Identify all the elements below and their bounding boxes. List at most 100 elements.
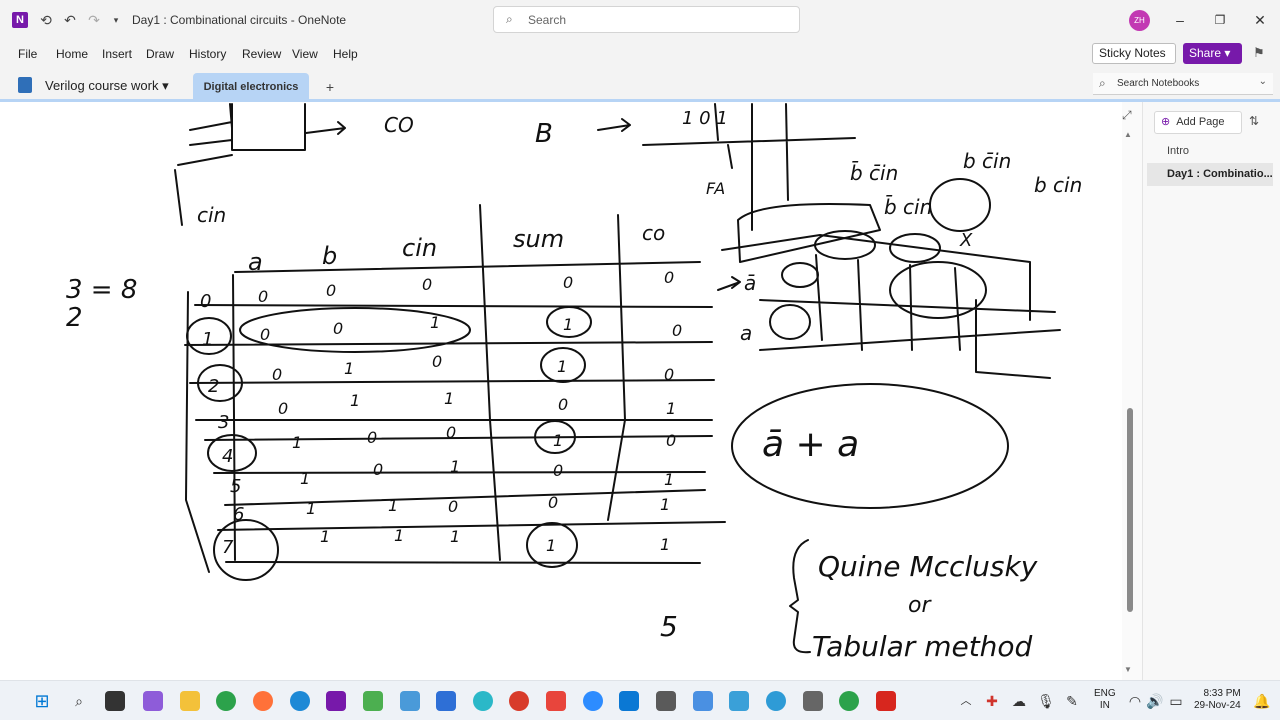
browser-icon[interactable] — [766, 691, 786, 711]
avatar[interactable]: ZH — [1129, 10, 1150, 31]
app-red-icon[interactable] — [546, 691, 566, 711]
chat-icon[interactable] — [656, 691, 676, 711]
scroll-down-icon[interactable]: ▼ — [1124, 665, 1132, 674]
ink-b-1: 0 — [333, 319, 343, 338]
ink-fa-label: FA — [706, 179, 725, 198]
scrollbar-thumb[interactable] — [1127, 408, 1133, 612]
search-box[interactable]: ⌕ Search — [493, 6, 800, 33]
ink-kmap-col-1: b̄ cin — [884, 194, 932, 219]
ink-header-sum: sum — [513, 225, 564, 253]
pen-icon[interactable]: ✎ — [1062, 691, 1082, 711]
undo-icon[interactable]: ↶ — [60, 10, 80, 30]
file-explorer-icon[interactable] — [180, 691, 200, 711]
ink-co-0: 0 — [664, 268, 674, 287]
add-section-button[interactable]: + — [318, 79, 342, 99]
store-icon[interactable] — [436, 691, 456, 711]
chrome-icon[interactable] — [216, 691, 236, 711]
vertical-scrollbar[interactable]: ⤢ ▲ ▼ — [1122, 102, 1142, 680]
windows-start-icon[interactable]: ⊞ — [32, 691, 52, 711]
feedback-icon[interactable]: ⚑ — [1253, 45, 1265, 61]
page-item-intro[interactable]: Intro — [1167, 145, 1189, 157]
ink-a-0: 0 — [258, 287, 268, 306]
menu-view[interactable]: View — [292, 47, 318, 61]
word-app-icon[interactable] — [473, 691, 493, 711]
sticky-notes-button[interactable]: Sticky Notes — [1092, 43, 1176, 64]
ink-a-6: 1 — [306, 499, 316, 518]
page-item-day1-label: Day1 : Combinatio... — [1167, 168, 1273, 180]
expand-icon[interactable]: ⤢ — [1122, 108, 1132, 123]
menu-history[interactable]: History — [189, 47, 226, 61]
ink-co-6: 1 — [660, 495, 670, 514]
app-gray-icon[interactable] — [803, 691, 823, 711]
menu-draw[interactable]: Draw — [146, 47, 174, 61]
menu-help[interactable]: Help — [333, 47, 358, 61]
battery-icon[interactable]: ▭ — [1166, 691, 1186, 711]
page-list-pane: ⊕ Add Page ⇅ Intro Day1 : Combinatio... — [1142, 102, 1280, 680]
app-blue-icon[interactable] — [729, 691, 749, 711]
page-canvas[interactable]: CO cin B 1 0 1 FA 3 = 8 2 a b cin sum co… — [0, 102, 1122, 680]
notebook-selector[interactable]: Verilog course work ▾ — [45, 78, 169, 94]
vscode-icon[interactable] — [619, 691, 639, 711]
ink-header-co: co — [642, 221, 665, 245]
ink-sum-1: 1 — [563, 315, 573, 334]
ink-a-7: 1 — [320, 527, 330, 546]
tab-digital-electronics[interactable]: Digital electronics — [193, 73, 309, 102]
maximize-icon[interactable]: ❐ — [1210, 10, 1230, 30]
microphone-icon[interactable]: 🎙 — [1036, 691, 1056, 711]
powerpoint-icon[interactable] — [509, 691, 529, 711]
ink-scribble: 1 0 1 — [682, 108, 728, 129]
search-icon[interactable]: ⌕ — [69, 691, 89, 711]
ink-a-4: 1 — [292, 433, 302, 452]
sort-pages-icon[interactable]: ⇅ — [1249, 114, 1259, 128]
menu-insert[interactable]: Insert — [102, 47, 132, 61]
ink-row-4: 4 — [222, 446, 233, 467]
ink-sum-6: 0 — [548, 493, 558, 512]
page-item-day1[interactable]: Day1 : Combinatio... — [1147, 163, 1273, 186]
ink-equation: 3 = 8 — [66, 275, 137, 305]
tray-app-icon[interactable]: ✚ — [982, 691, 1002, 711]
share-button[interactable]: Share ▾ — [1183, 43, 1242, 64]
edge-icon[interactable] — [290, 691, 310, 711]
search-notebooks[interactable]: ⌕ Search Notebooks ⌄ — [1093, 73, 1273, 95]
zoom-icon[interactable] — [583, 691, 603, 711]
chevron-up-icon[interactable]: ︿ — [956, 691, 976, 711]
ink-drawing: CO cin B 1 0 1 FA 3 = 8 2 a b cin sum co… — [66, 103, 1082, 663]
calculator-icon[interactable] — [693, 691, 713, 711]
onenote-taskbar-icon[interactable] — [326, 691, 346, 711]
ink-kmap-col-3: b c̄in — [963, 149, 1011, 173]
search-icon: ⌕ — [506, 12, 513, 26]
acrobat-icon[interactable] — [876, 691, 896, 711]
close-icon[interactable]: ✕ — [1250, 10, 1270, 30]
search-placeholder: Search — [528, 13, 567, 27]
ink-equation-base: 2 — [66, 303, 83, 333]
menu-review[interactable]: Review — [242, 47, 281, 61]
scroll-up-icon[interactable]: ▲ — [1124, 130, 1132, 139]
chrome-profile-icon[interactable] — [839, 691, 859, 711]
ink-co-7: 1 — [660, 535, 670, 554]
task-view-icon[interactable] — [105, 691, 125, 711]
redo-icon[interactable]: ↷ — [84, 10, 104, 30]
ink-note-line1: Quine Mcclusky — [818, 550, 1038, 583]
ink-cin-7: 1 — [450, 527, 460, 546]
menu-home[interactable]: Home — [56, 47, 88, 61]
menu-file[interactable]: File — [18, 47, 37, 61]
firefox-icon[interactable] — [253, 691, 273, 711]
volume-icon[interactable]: 🔊 — [1145, 691, 1165, 711]
add-page-button[interactable]: ⊕ Add Page — [1154, 111, 1242, 134]
minimize-icon[interactable]: – — [1170, 10, 1190, 30]
ink-a-2: 0 — [272, 365, 282, 384]
notifications-icon[interactable]: 🔔 — [1252, 691, 1272, 711]
snipping-tool-icon[interactable] — [400, 691, 420, 711]
ink-a-5: 1 — [300, 469, 310, 488]
wifi-icon[interactable]: ◠ — [1125, 691, 1145, 711]
back-icon[interactable]: ⟲ — [36, 10, 56, 30]
language-indicator[interactable]: ENG IN — [1094, 688, 1116, 712]
ink-row-7: 7 — [222, 537, 234, 558]
add-page-label: Add Page — [1176, 116, 1225, 128]
customize-toolbar-icon[interactable]: ▾ — [106, 10, 126, 30]
cloud-icon[interactable]: ☁ — [1009, 691, 1029, 711]
copilot-icon[interactable] — [143, 691, 163, 711]
chevron-down-icon[interactable]: ⌄ — [1259, 76, 1267, 87]
clock[interactable]: 8:33 PM 29-Nov-24 — [1194, 688, 1241, 712]
app-icon[interactable] — [363, 691, 383, 711]
